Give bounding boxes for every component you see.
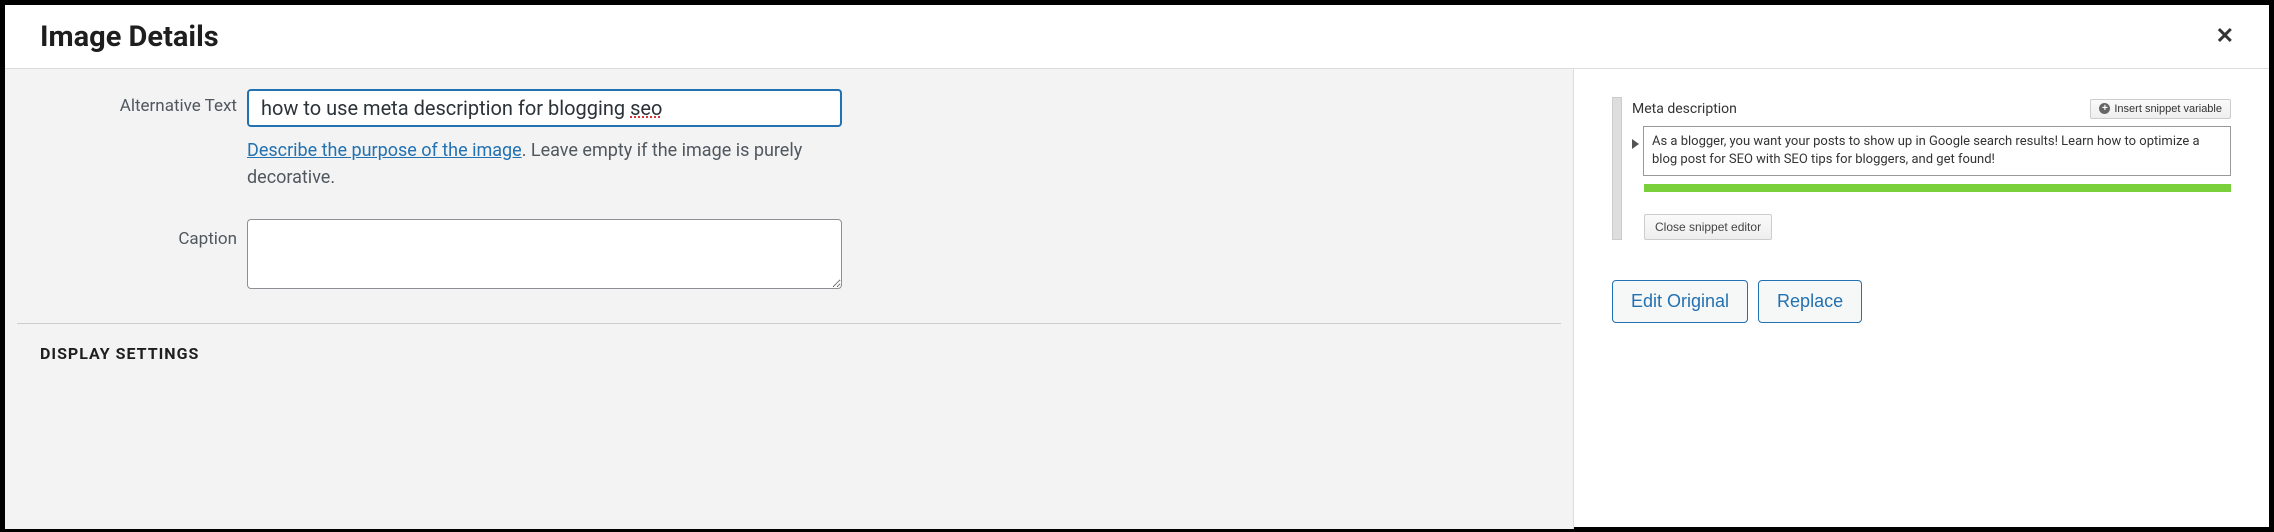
alt-text-value-plain: how to use meta description for blogging bbox=[261, 96, 630, 120]
seo-progress-bar bbox=[1644, 184, 2231, 192]
image-details-dialog: Image Details ✕ Alternative Text how to … bbox=[5, 5, 2269, 527]
alt-text-help: Describe the purpose of the image. Leave… bbox=[247, 137, 842, 191]
right-panel: Meta description + Insert snippet variab… bbox=[1574, 69, 2269, 529]
close-button[interactable]: ✕ bbox=[2211, 19, 2239, 54]
divider bbox=[17, 323, 1561, 324]
snippet-header: Meta description + Insert snippet variab… bbox=[1632, 97, 2231, 120]
meta-description-label: Meta description bbox=[1632, 101, 1737, 117]
close-icon: ✕ bbox=[2216, 24, 2234, 49]
describe-purpose-link[interactable]: Describe the purpose of the image bbox=[247, 140, 522, 161]
alt-text-control: how to use meta description for blogging… bbox=[247, 89, 842, 191]
caption-row: Caption bbox=[5, 219, 1573, 293]
caption-control bbox=[247, 219, 842, 293]
replace-button[interactable]: Replace bbox=[1758, 280, 1862, 323]
caret-right-icon bbox=[1632, 134, 1640, 153]
alt-text-label: Alternative Text bbox=[17, 89, 247, 116]
caption-input[interactable] bbox=[247, 219, 842, 289]
insert-snippet-variable-button[interactable]: + Insert snippet variable bbox=[2090, 99, 2231, 119]
meta-description-input[interactable]: As a blogger, you want your posts to sho… bbox=[1643, 126, 2231, 176]
left-panel: Alternative Text how to use meta descrip… bbox=[5, 69, 1574, 529]
snippet-box: Meta description + Insert snippet variab… bbox=[1632, 97, 2231, 240]
content-area: Alternative Text how to use meta descrip… bbox=[5, 69, 2269, 529]
insert-variable-label: Insert snippet variable bbox=[2114, 103, 2222, 115]
caption-label: Caption bbox=[17, 219, 247, 249]
dialog-title: Image Details bbox=[40, 20, 219, 54]
alt-text-value-spellcheck: seo bbox=[630, 96, 662, 120]
display-settings-heading: DISPLAY SETTINGS bbox=[5, 344, 1573, 363]
action-buttons: Edit Original Replace bbox=[1612, 280, 2231, 323]
alt-text-input[interactable]: how to use meta description for blogging… bbox=[247, 89, 842, 127]
plus-circle-icon: + bbox=[2099, 103, 2110, 114]
close-snippet-editor-button[interactable]: Close snippet editor bbox=[1644, 214, 1772, 240]
snippet-scrollbar[interactable] bbox=[1612, 97, 1622, 240]
dialog-header: Image Details ✕ bbox=[5, 5, 2269, 69]
snippet-editor: Meta description + Insert snippet variab… bbox=[1612, 97, 2231, 240]
alt-text-row: Alternative Text how to use meta descrip… bbox=[5, 89, 1573, 191]
meta-textarea-wrap: As a blogger, you want your posts to sho… bbox=[1632, 126, 2231, 176]
edit-original-button[interactable]: Edit Original bbox=[1612, 280, 1748, 323]
